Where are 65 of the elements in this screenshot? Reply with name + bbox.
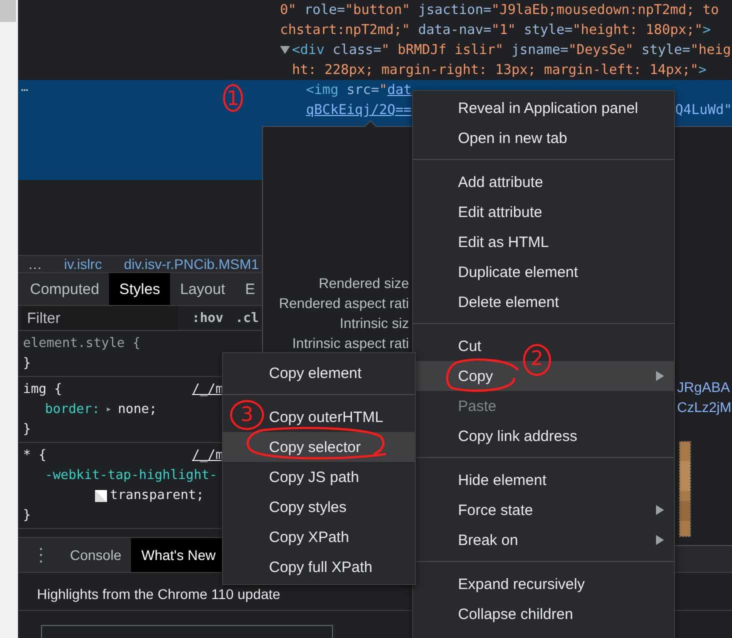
code-text: src= <box>346 81 380 100</box>
code-line: 0" role="button" jsaction="J9laEb;mousedown:npT2md; to <box>280 1 719 20</box>
data-url-link[interactable]: qBCkEiqj/2Q== <box>306 100 412 120</box>
drawer-tab[interactable]: Console <box>60 538 132 572</box>
code-line: chstart:npT2md;" data-nav="1" style="height: 180px;"> <box>280 21 711 40</box>
more-dots[interactable]: … <box>21 80 28 94</box>
handwritten-note: 3 <box>230 400 264 430</box>
css-selector: img { <box>23 381 64 399</box>
menu-icon[interactable]: ⋮ <box>18 544 60 566</box>
menu-item[interactable]: Copy outerHTML <box>269 408 384 426</box>
code-text: " <box>379 81 388 100</box>
menu-item[interactable]: Add attribute <box>458 174 544 190</box>
more-dots[interactable]: … <box>28 256 42 272</box>
menu-item[interactable]: Copy JS path <box>269 468 360 486</box>
class-toggle[interactable]: .cl <box>235 310 259 326</box>
property-label: Intrinsic aspect rati <box>292 334 409 353</box>
attribute-value: Q4LuWd" <box>675 101 732 120</box>
filter-field[interactable]: Filter <box>22 306 178 330</box>
breadcrumb-item[interactable]: div.isv-r.PNCib.MSM1 <box>124 256 259 272</box>
menu-item[interactable]: Open in new tab <box>458 130 568 146</box>
closing-brace: } <box>23 507 31 525</box>
source-text: JRgABA <box>677 378 731 397</box>
expander-icon[interactable]: ▸ <box>106 400 112 420</box>
styles-tab[interactable]: Layout <box>170 273 236 305</box>
closing-brace: } <box>23 421 31 439</box>
css-value: none; <box>118 401 157 419</box>
data-url-link[interactable]: dat <box>387 80 412 100</box>
menu-item[interactable]: Force state <box>458 502 534 518</box>
code-line: <div class=" bRMDJf islir" jsname="DeysSe" style="heig <box>292 41 731 60</box>
color-swatch[interactable] <box>95 490 107 502</box>
menu-item[interactable]: Delete element <box>458 294 559 310</box>
menu-item[interactable]: Duplicate element <box>458 264 578 280</box>
styles-tab[interactable]: E <box>235 273 266 305</box>
menu-item[interactable]: Copy link address <box>458 428 578 444</box>
menu-item[interactable]: Copy selector <box>223 432 415 462</box>
styles-tab[interactable]: Styles <box>109 273 170 305</box>
property-label: Rendered size <box>318 274 409 293</box>
property-label: Rendered aspect rati <box>279 294 409 313</box>
css-selector: * { <box>23 447 48 465</box>
menu-item[interactable]: Copy full XPath <box>269 558 372 576</box>
menu-item[interactable]: Edit attribute <box>458 204 542 220</box>
handwritten-note: 1 <box>223 84 243 112</box>
menu-item[interactable]: Copy styles <box>269 498 347 516</box>
handwritten-note: 2 <box>523 344 551 376</box>
menu-item[interactable]: Break on <box>458 532 518 548</box>
css-selector: element.style { <box>23 335 142 353</box>
css-property: -webkit-tap-highlight- <box>45 467 218 485</box>
scrollbar-thumb[interactable] <box>0 0 16 22</box>
styles-tab[interactable]: Computed <box>20 273 110 305</box>
menu-item[interactable]: Hide element <box>458 472 546 488</box>
hover-toggle[interactable]: :hov <box>192 310 224 326</box>
css-property: border: <box>45 401 100 419</box>
code-line: ht: 228px; margin-right: 13px; margin-left: 14px;"> <box>292 61 707 80</box>
menu-item[interactable]: Cut <box>458 338 482 354</box>
menu-item[interactable]: Copy element <box>269 364 362 382</box>
code-text: <img <box>306 81 339 100</box>
menu-item[interactable]: Copy XPath <box>269 528 350 546</box>
property-label: Intrinsic siz <box>340 314 409 333</box>
source-text: CzLz2jM <box>677 398 732 417</box>
expand-triangle-icon[interactable] <box>280 46 290 54</box>
css-value: transparent; <box>110 487 204 505</box>
menu-item[interactable]: Reveal in Application panel <box>458 100 638 116</box>
closing-brace: } <box>23 355 31 373</box>
menu-item[interactable]: Edit as HTML <box>458 234 549 250</box>
breadcrumb-item[interactable]: iv.islrc <box>64 256 102 272</box>
